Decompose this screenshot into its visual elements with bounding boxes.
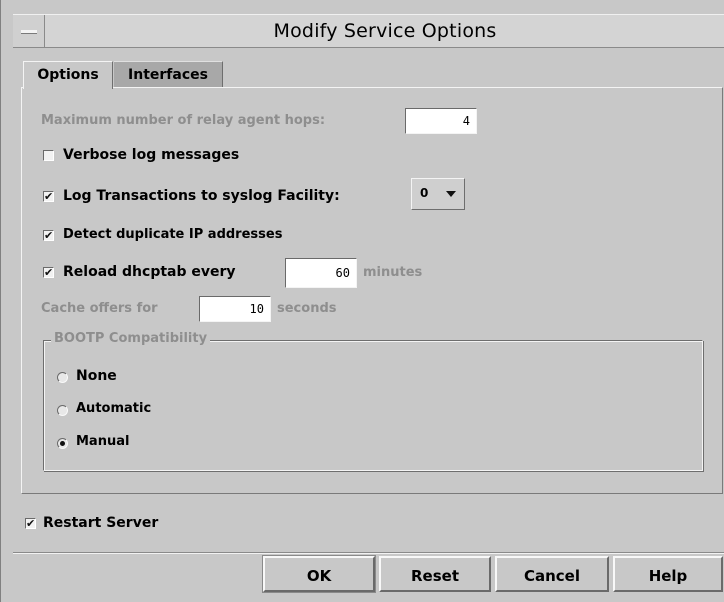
window-menu-icon xyxy=(21,30,37,34)
reload-interval-field[interactable]: 60 xyxy=(285,258,357,288)
reset-button[interactable]: Reset xyxy=(379,556,491,592)
help-button[interactable]: Help xyxy=(613,556,723,592)
reload-checkbox[interactable]: ✔ xyxy=(43,267,54,278)
dropdown-arrow-icon xyxy=(446,191,456,197)
log-transactions-checkbox[interactable]: ✔ xyxy=(43,191,54,202)
restart-server-label: Restart Server xyxy=(43,515,159,531)
max-hops-label: Maximum number of relay agent hops: xyxy=(41,113,326,128)
reload-label: Reload dhcptab every xyxy=(63,264,236,280)
cache-label: Cache offers for xyxy=(41,301,158,316)
cancel-button[interactable]: Cancel xyxy=(495,556,609,592)
title-bar[interactable]: Modify Service Options xyxy=(13,14,724,48)
bootp-automatic-radio[interactable] xyxy=(57,405,68,416)
button-separator xyxy=(13,552,724,554)
bootp-automatic-label: Automatic xyxy=(76,401,152,416)
cache-offers-field[interactable]: 10 xyxy=(199,296,271,322)
tab-options[interactable]: Options xyxy=(23,61,113,89)
bootp-none-label: None xyxy=(76,368,117,384)
bootp-manual-label: Manual xyxy=(76,434,130,449)
restart-server-checkbox[interactable]: ✔ xyxy=(25,518,36,529)
modify-service-options-dialog: Modify Service Options Options Interface… xyxy=(0,0,724,602)
syslog-facility-value: 0 xyxy=(420,186,429,200)
reload-unit-label: minutes xyxy=(363,265,423,280)
bootp-manual-radio[interactable] xyxy=(57,438,68,449)
bootp-group-label: BOOTP Compatibility xyxy=(51,331,211,346)
syslog-facility-select[interactable]: 0 xyxy=(411,178,465,210)
verbose-checkbox[interactable] xyxy=(43,150,54,161)
max-hops-field[interactable]: 4 xyxy=(405,108,477,134)
window-menu-button[interactable] xyxy=(13,15,45,47)
verbose-label: Verbose log messages xyxy=(63,147,240,163)
detect-duplicate-checkbox[interactable]: ✔ xyxy=(43,230,54,241)
log-transactions-label: Log Transactions to syslog Facility: xyxy=(63,188,340,204)
detect-duplicate-label: Detect duplicate IP addresses xyxy=(63,227,283,242)
tab-interfaces[interactable]: Interfaces xyxy=(114,61,223,87)
bootp-none-radio[interactable] xyxy=(57,372,68,383)
dialog-title: Modify Service Options xyxy=(273,20,497,42)
ok-button[interactable]: OK xyxy=(262,555,376,593)
cache-unit-label: seconds xyxy=(277,301,337,316)
